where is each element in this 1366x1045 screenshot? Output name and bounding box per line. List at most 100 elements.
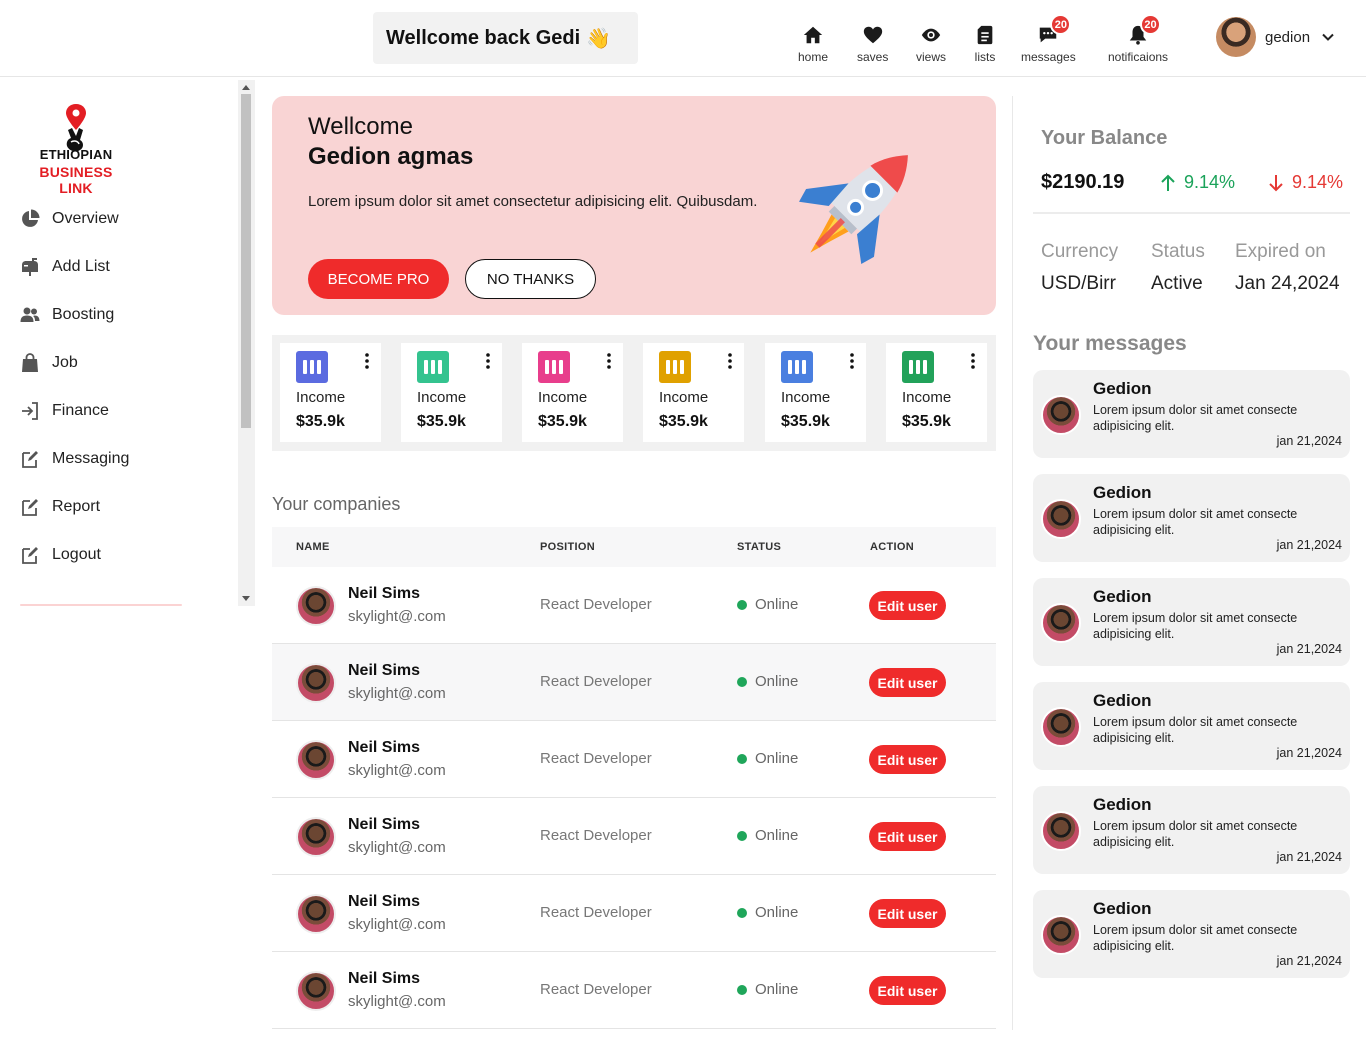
nav-saves[interactable]: saves [857, 24, 888, 64]
sidebar-item-logout[interactable]: Logout [20, 543, 101, 567]
list-icon [977, 25, 993, 45]
table-row: Neil Sims skylight@.com React Developer … [272, 952, 996, 1029]
shopping-bag-icon [22, 353, 38, 372]
stat-card[interactable]: Income $35.9k [280, 343, 381, 442]
edit-user-button[interactable]: Edit user [869, 745, 946, 774]
no-thanks-button[interactable]: NO THANKS [465, 259, 596, 299]
stat-card[interactable]: Income $35.9k [765, 343, 866, 442]
status-text: Online [755, 981, 799, 998]
message-card[interactable]: Gedion Lorem ipsum dolor sit amet consec… [1033, 682, 1350, 770]
scroll-thumb[interactable] [241, 94, 251, 428]
nav-lists-label: lists [974, 50, 996, 64]
row-email: skylight@.com [348, 685, 446, 702]
nav-saves-label: saves [857, 50, 889, 64]
more-vertical-icon[interactable] [365, 353, 369, 369]
table-row: Neil Sims skylight@.com React Developer … [272, 567, 996, 644]
avatar [1216, 17, 1256, 57]
avatar [1041, 603, 1081, 643]
stat-value: $35.9k [781, 413, 830, 430]
edit-user-button[interactable]: Edit user [869, 668, 946, 697]
message-preview: Lorem ipsum dolor sit amet consecte adip… [1093, 403, 1298, 433]
nav-views[interactable]: views [916, 24, 946, 64]
users-icon [20, 307, 40, 322]
more-vertical-icon[interactable] [486, 353, 490, 369]
welcome-banner: Wellcome back Gedi 👋 [373, 12, 638, 64]
row-position: React Developer [540, 981, 652, 998]
scroll-down-arrow-icon[interactable] [242, 596, 250, 601]
stat-value: $35.9k [659, 413, 708, 430]
logo-line2: BUSINESS LINK [39, 164, 113, 196]
nav-home[interactable]: home [798, 24, 828, 64]
row-status: Online [737, 596, 798, 613]
top-bar: Wellcome back Gedi 👋 home saves views li… [0, 0, 1366, 77]
sidebar-item-report[interactable]: Report [20, 495, 100, 519]
sidebar-item-boosting[interactable]: Boosting [20, 303, 114, 327]
avatar [1041, 915, 1081, 955]
currency-value: USD/Birr [1041, 273, 1116, 294]
sidebar-item-job[interactable]: Job [20, 351, 78, 375]
message-card[interactable]: Gedion Lorem ipsum dolor sit amet consec… [1033, 786, 1350, 874]
user-menu[interactable]: gedion [1216, 17, 1334, 57]
row-email: skylight@.com [348, 762, 446, 779]
sidebar-item-overview[interactable]: Overview [20, 207, 119, 231]
stat-card[interactable]: Income $35.9k [522, 343, 623, 442]
row-status: Online [737, 750, 798, 767]
eye-icon [921, 28, 941, 42]
stat-value: $35.9k [296, 413, 345, 430]
edit-user-button[interactable]: Edit user [869, 591, 946, 620]
more-vertical-icon[interactable] [607, 353, 611, 369]
avatar [1041, 395, 1081, 435]
status-dot-icon [737, 907, 747, 918]
stat-value: $35.9k [417, 413, 466, 430]
row-status: Online [737, 904, 798, 921]
become-pro-button[interactable]: BECOME PRO [308, 259, 449, 299]
avatar [1041, 707, 1081, 747]
balance-divider [1033, 212, 1350, 214]
message-sender: Gedion [1093, 587, 1152, 606]
sidebar-item-label: Overview [52, 210, 119, 227]
avatar [296, 894, 336, 934]
row-name: Neil Sims [348, 585, 421, 602]
more-vertical-icon[interactable] [728, 353, 732, 369]
scroll-up-arrow-icon[interactable] [242, 85, 250, 90]
more-vertical-icon[interactable] [971, 353, 975, 369]
row-position: React Developer [540, 673, 652, 690]
stat-card[interactable]: Income $35.9k [643, 343, 744, 442]
message-card[interactable]: Gedion Lorem ipsum dolor sit amet consec… [1033, 474, 1350, 562]
message-date: jan 21,2024 [1276, 434, 1342, 448]
row-email: skylight@.com [348, 993, 446, 1010]
edit-user-button[interactable]: Edit user [869, 899, 946, 928]
nav-lists[interactable]: lists [974, 24, 996, 64]
column-header-position: POSITION [540, 541, 595, 553]
message-date: jan 21,2024 [1276, 850, 1342, 864]
sidebar-item-add-list[interactable]: Add List [20, 255, 110, 279]
edit-user-button[interactable]: Edit user [869, 822, 946, 851]
home-icon [803, 26, 823, 44]
status-value: Active [1151, 273, 1203, 294]
avatar [1041, 811, 1081, 851]
sidebar: ETHIOPIAN BUSINESS LINK Overview Add Lis… [0, 78, 256, 606]
message-card[interactable]: Gedion Lorem ipsum dolor sit amet consec… [1033, 890, 1350, 978]
nav-notifications[interactable]: 20 notificaions [1108, 14, 1168, 64]
sidebar-scrollbar[interactable] [238, 80, 255, 606]
arrow-up-icon [1161, 174, 1175, 191]
columns-icon [538, 351, 570, 383]
nav-messages[interactable]: 20 messages [1021, 14, 1076, 64]
sidebar-item-finance[interactable]: Finance [20, 399, 109, 423]
row-position: React Developer [540, 904, 652, 921]
column-header-name: NAME [296, 541, 330, 553]
stat-card[interactable]: Income $35.9k [886, 343, 987, 442]
edit-user-button[interactable]: Edit user [869, 976, 946, 1005]
stat-card[interactable]: Income $35.9k [401, 343, 502, 442]
message-card[interactable]: Gedion Lorem ipsum dolor sit amet consec… [1033, 370, 1350, 458]
more-vertical-icon[interactable] [850, 353, 854, 369]
row-status: Online [737, 827, 798, 844]
edit-icon [22, 547, 38, 564]
status-text: Online [755, 750, 799, 767]
username: gedion [1265, 28, 1311, 46]
sidebar-item-messaging[interactable]: Messaging [20, 447, 129, 471]
sidebar-item-label: Job [52, 354, 78, 371]
hero-name: Gedion agmas [308, 143, 474, 170]
sidebar-item-label: Report [52, 498, 101, 515]
message-card[interactable]: Gedion Lorem ipsum dolor sit amet consec… [1033, 578, 1350, 666]
